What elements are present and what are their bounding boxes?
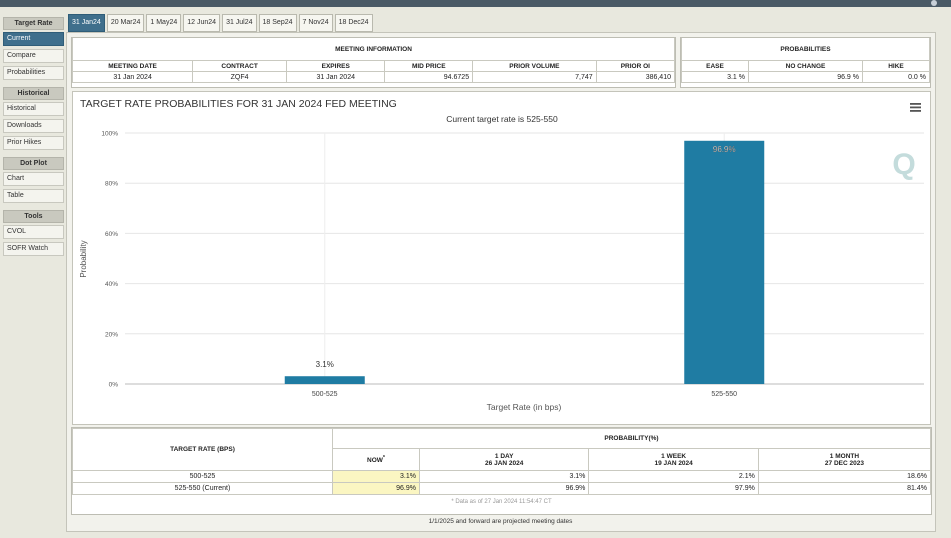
value-hike: 0.0 %: [862, 71, 930, 83]
row-1-day: 96.9%: [418, 482, 590, 495]
y-tick-label: 0%: [109, 382, 119, 389]
header-1-month-date: 27 DEC 2023: [824, 459, 864, 467]
tab-20-mar24[interactable]: 20 Mar24: [106, 14, 145, 32]
header-1-month: 1 MONTH 27 DEC 2023: [757, 448, 932, 471]
header-no-change: NO CHANGE: [748, 60, 863, 72]
value-contract: ZQF4: [192, 71, 288, 83]
x-tick-label: 500-525: [312, 391, 338, 398]
y-tick-label: 40%: [105, 281, 118, 288]
value-meeting-date: 31 Jan 2024: [71, 71, 194, 83]
sidebar-heading-dot-plot: Dot Plot: [3, 157, 64, 170]
header-contract: CONTRACT: [192, 60, 288, 72]
meeting-tabs: 31 Jan24 20 Mar24 1 May24 12 Jun24 31 Ju…: [68, 14, 373, 32]
data-label: 96.9%: [713, 145, 736, 154]
probabilities-box: PROBABILITIES EASE NO CHANGE HIKE 3.1 % …: [680, 37, 931, 88]
meeting-info-box: MEETING INFORMATION MEETING DATE CONTRAC…: [71, 37, 676, 88]
tab-12-jun24[interactable]: 12 Jun24: [183, 14, 221, 32]
header-expires: EXPIRES: [286, 60, 386, 72]
tab-18-sep24[interactable]: 18 Sep24: [258, 14, 297, 32]
row-1-week: 97.9%: [588, 482, 759, 495]
menu-icon[interactable]: [910, 103, 921, 112]
sidebar-item-prior-hikes[interactable]: Prior Hikes: [3, 136, 64, 150]
probabilities-title: PROBABILITIES: [681, 38, 930, 61]
y-tick-label: 80%: [105, 181, 118, 188]
sidebar-item-probabilities[interactable]: Probabilities: [3, 66, 64, 80]
value-no-change: 96.9 %: [748, 71, 863, 83]
sidebar-item-compare[interactable]: Compare: [3, 49, 64, 63]
header-1-month-label: 1 MONTH: [829, 452, 860, 460]
row-1-month: 18.6%: [757, 470, 932, 483]
sidebar-heading-target-rate: Target Rate: [3, 17, 64, 30]
row-1-week: 2.1%: [588, 470, 759, 483]
row-now: 96.9%: [332, 482, 420, 495]
table-row: 525-550 (Current) 96.9% 96.9% 97.9% 81.4…: [72, 482, 932, 495]
tab-31-jan24[interactable]: 31 Jan24: [68, 14, 105, 32]
value-prior-oi: 386,410: [595, 71, 676, 83]
chart-subtitle: Current target rate is 525-550: [446, 114, 558, 124]
sidebar-heading-historical: Historical: [3, 87, 64, 100]
top-bar: [0, 0, 951, 7]
row-1-month: 81.4%: [757, 482, 932, 495]
tab-31-jul24[interactable]: 31 Jul24: [222, 14, 257, 32]
sidebar-item-table[interactable]: Table: [3, 189, 64, 203]
projected-dates-footer: 1/1/2025 and forward are projected meeti…: [428, 518, 573, 525]
chart-title: TARGET RATE PROBABILITIES FOR 31 JAN 202…: [80, 98, 397, 110]
sidebar: Target Rate Current Compare Probabilitie…: [3, 17, 64, 259]
sidebar-item-current[interactable]: Current: [3, 32, 64, 46]
x-tick-label: 525-550: [711, 391, 737, 398]
header-prior-volume: PRIOR VOLUME: [472, 60, 597, 72]
value-prior-volume: 7,747: [472, 71, 597, 83]
table-row: 500-525 3.1% 3.1% 2.1% 18.6%: [72, 470, 932, 483]
probability-history-box: TARGET RATE (BPS) PROBABILITY(%) NOW* 1 …: [71, 427, 932, 515]
sidebar-item-sofr-watch[interactable]: SOFR Watch: [3, 242, 64, 256]
sidebar-item-cvol[interactable]: CVOL: [3, 225, 64, 239]
header-now: NOW*: [332, 448, 420, 471]
y-tick-label: 100%: [101, 131, 118, 138]
header-hike: HIKE: [862, 60, 930, 72]
y-axis-label: Probability: [79, 240, 88, 277]
header-1-week-label: 1 WEEK: [661, 452, 687, 460]
value-mid-price: 94.6725: [384, 71, 474, 83]
x-axis-label: Target Rate (in bps): [487, 402, 562, 412]
sidebar-item-historical[interactable]: Historical: [3, 102, 64, 116]
meeting-info-table: MEETING INFORMATION MEETING DATE CONTRAC…: [71, 38, 676, 83]
header-ease: EASE: [681, 60, 749, 72]
sidebar-item-chart[interactable]: Chart: [3, 172, 64, 186]
watermark-logo: Q: [892, 148, 915, 181]
row-1-day: 3.1%: [418, 470, 590, 483]
bar-525-550[interactable]: [684, 140, 765, 384]
bar-500-525[interactable]: [284, 376, 365, 384]
header-1-week-date: 19 JAN 2024: [654, 459, 693, 467]
chart-svg: TARGET RATE PROBABILITIES FOR 31 JAN 202…: [79, 98, 924, 412]
header-now-label: NOW: [367, 457, 383, 465]
data-label: 3.1%: [316, 360, 334, 369]
row-rate: 500-525: [72, 470, 333, 483]
tab-1-may24[interactable]: 1 May24: [146, 14, 182, 32]
header-1-week: 1 WEEK 19 JAN 2024: [588, 448, 759, 471]
header-1-day-label: 1 DAY: [494, 452, 514, 460]
header-meeting-date: MEETING DATE: [71, 60, 194, 72]
help-icon[interactable]: [931, 0, 937, 6]
value-ease: 3.1 %: [681, 71, 749, 83]
y-tick-label: 60%: [105, 231, 118, 238]
sidebar-item-downloads[interactable]: Downloads: [3, 119, 64, 133]
header-prior-oi: PRIOR OI: [595, 60, 676, 72]
sidebar-heading-tools: Tools: [3, 210, 64, 223]
meeting-info-title: MEETING INFORMATION: [72, 38, 675, 61]
tab-7-nov24[interactable]: 7 Nov24: [298, 14, 333, 32]
header-mid-price: MID PRICE: [384, 60, 474, 72]
data-timestamp-note: * Data as of 27 Jan 2024 11:54:47 CT: [451, 499, 552, 505]
probabilities-table: PROBABILITIES EASE NO CHANGE HIKE 3.1 % …: [681, 38, 930, 83]
header-probability: PROBABILITY(%): [332, 428, 931, 449]
value-expires: 31 Jan 2024: [286, 71, 386, 83]
tab-18-dec24[interactable]: 18 Dec24: [334, 14, 373, 32]
header-1-day-date: 26 JAN 2024: [485, 459, 524, 467]
header-target-rate: TARGET RATE (BPS): [72, 428, 333, 471]
probability-chart: TARGET RATE PROBABILITIES FOR 31 JAN 202…: [72, 91, 931, 425]
y-tick-label: 20%: [105, 331, 118, 338]
row-now: 3.1%: [332, 470, 420, 483]
header-1-day: 1 DAY 26 JAN 2024: [418, 448, 590, 471]
row-rate: 525-550 (Current): [72, 482, 333, 495]
probability-history-table: TARGET RATE (BPS) PROBABILITY(%) NOW* 1 …: [72, 428, 932, 495]
